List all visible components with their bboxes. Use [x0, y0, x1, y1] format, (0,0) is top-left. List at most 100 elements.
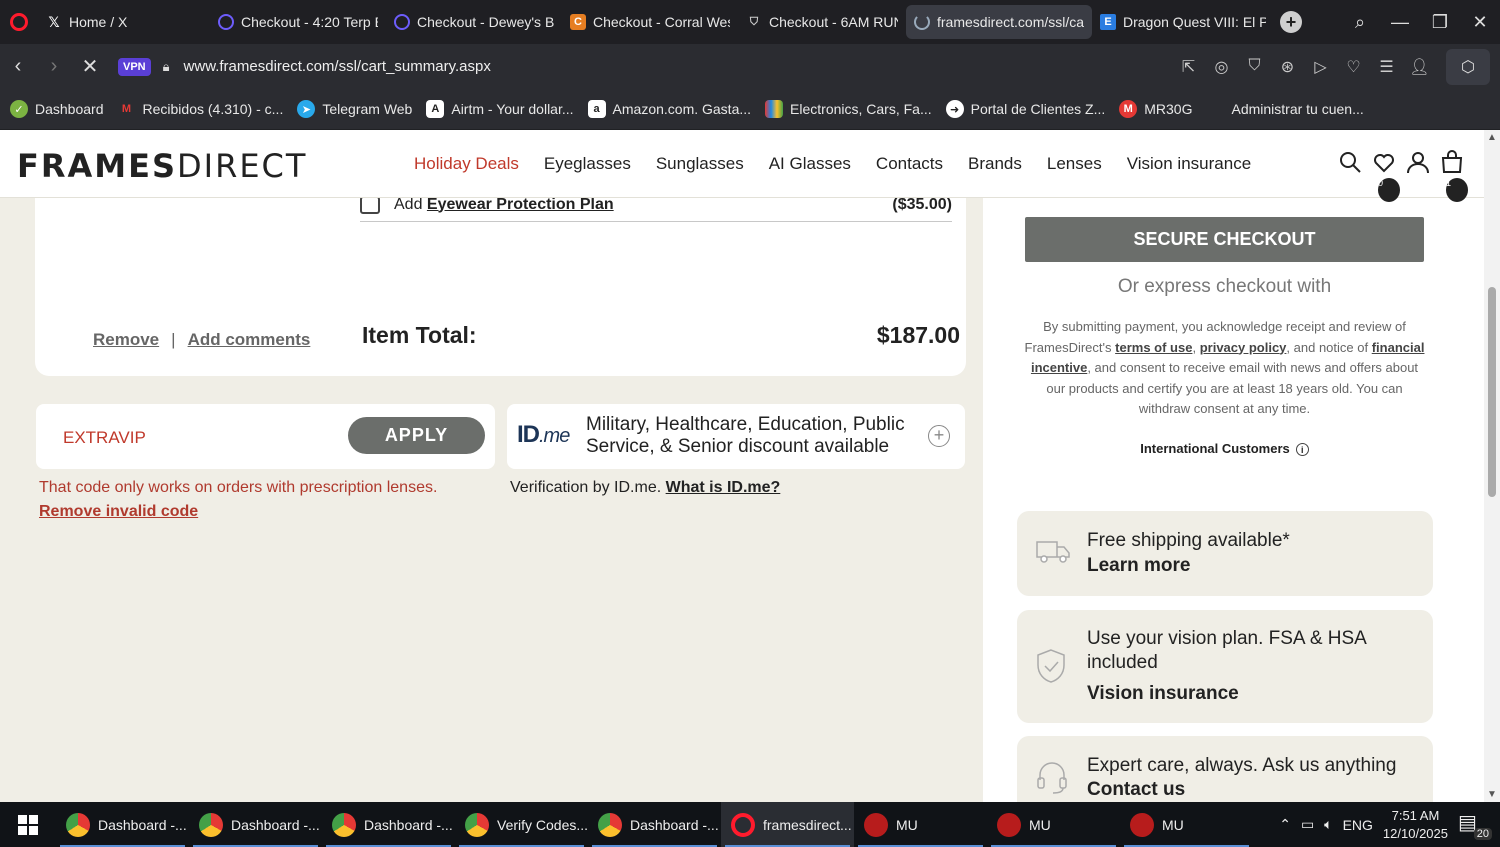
taskbar-chrome-dashboard[interactable]: Dashboard -...	[322, 802, 455, 847]
back-button[interactable]: ‹	[0, 55, 36, 78]
taskbar-mu[interactable]: MU	[854, 802, 987, 847]
tab-checkout-6am[interactable]: ⛉ Checkout - 6AM RUN	[738, 5, 906, 39]
tab-checkout-terp[interactable]: Checkout - 4:20 Terp Bo	[210, 5, 386, 39]
network-icon[interactable]: ▭	[1301, 816, 1314, 833]
adblock-icon[interactable]: ⛉	[1238, 57, 1271, 77]
mu-icon	[864, 812, 888, 837]
idme-discount-box[interactable]: ID.me Military, Healthcare, Education, P…	[507, 404, 965, 469]
item-total-value: $187.00	[876, 322, 960, 348]
bookmark-item[interactable]: ✓ Dashboard	[10, 100, 104, 118]
tab-checkout-corral[interactable]: C Checkout - Corral Weste	[562, 5, 738, 39]
taskbar-chrome-verify[interactable]: Verify Codes...	[455, 802, 588, 847]
nav-brands[interactable]: Brands	[968, 154, 1022, 174]
volume-icon[interactable]: 🔈︎	[1324, 816, 1332, 833]
taskbar-chrome-dashboard[interactable]: Dashboard -...	[588, 802, 721, 847]
url-field[interactable]: www.framesdirect.com/ssl/cart_summary.as…	[184, 58, 1172, 75]
free-shipping-card[interactable]: Free shipping available* Learn more	[1017, 511, 1433, 596]
promo-code-input[interactable]: EXTRAVIP	[63, 428, 146, 448]
nav-lenses[interactable]: Lenses	[1047, 154, 1102, 174]
language-indicator[interactable]: ENG	[1343, 817, 1373, 833]
minimize-button[interactable]: —	[1380, 12, 1420, 33]
nav-vision-insurance[interactable]: Vision insurance	[1127, 154, 1251, 174]
scrollbar-thumb[interactable]	[1488, 287, 1496, 497]
wishlist-heart-icon[interactable]: 0	[1372, 150, 1400, 202]
privacy-policy-link[interactable]: privacy policy	[1200, 340, 1287, 355]
dashboard-icon: ✓	[10, 100, 28, 118]
vision-plan-card[interactable]: Use your vision plan. FSA & HSA included…	[1017, 610, 1433, 723]
framesdirect-logo[interactable]: FRAMESDIRECT	[17, 147, 307, 185]
extensions-icon[interactable]: ⬡	[1446, 48, 1490, 85]
scroll-up-arrow[interactable]: ▲	[1487, 132, 1497, 143]
tab-home-x[interactable]: 𝕏 Home / X	[38, 5, 210, 39]
taskbar-chrome-dashboard[interactable]: Dashboard -...	[56, 802, 189, 847]
chevron-up-icon[interactable]: ⌃	[1279, 816, 1291, 833]
new-tab-button[interactable]: +	[1280, 11, 1302, 33]
page-scrollbar[interactable]: ▲ ▼	[1484, 130, 1500, 802]
protection-plan-price: ($35.00)	[892, 195, 952, 213]
bookmark-item[interactable]: ➜ Portal de Clientes Z...	[945, 100, 1105, 118]
remove-invalid-code-link[interactable]: Remove invalid code	[39, 503, 198, 521]
notification-center-icon[interactable]: ▤ 20	[1458, 810, 1492, 840]
taskbar-mu[interactable]: MU	[1120, 802, 1253, 847]
nav-contacts[interactable]: Contacts	[876, 154, 943, 174]
telegram-icon: ➤	[297, 100, 316, 118]
stop-loading-button[interactable]: ✕	[72, 54, 108, 79]
opera-logo-icon[interactable]	[0, 0, 38, 44]
profile-icon[interactable]: 👤︎	[1403, 57, 1436, 77]
bookmark-item[interactable]: M MR30G	[1119, 100, 1192, 118]
heart-icon[interactable]: ♡	[1337, 57, 1370, 77]
vpn-badge[interactable]: VPN	[118, 57, 151, 76]
account-icon[interactable]	[1406, 150, 1429, 174]
lock-icon[interactable]: 🔒︎	[163, 59, 170, 75]
player-icon[interactable]: ▷	[1304, 57, 1337, 77]
expert-care-card[interactable]: Expert care, always. Ask us anything Con…	[1017, 736, 1433, 802]
what-is-idme-link[interactable]: What is ID.me?	[666, 479, 781, 496]
tab-framesdirect[interactable]: framesdirect.com/ssl/cart	[906, 5, 1092, 39]
apply-button[interactable]: APPLY	[348, 417, 485, 454]
share-icon[interactable]: ⇱	[1172, 57, 1205, 77]
add-comments-link[interactable]: Add comments	[188, 330, 311, 350]
expand-plus-icon[interactable]: +	[928, 425, 950, 447]
scroll-down-arrow[interactable]: ▼	[1487, 789, 1497, 800]
bookmark-item[interactable]: ➤ Telegram Web	[297, 100, 412, 118]
bookmark-item[interactable]: A Airtm - Your dollar...	[426, 100, 574, 118]
nav-ai-glasses[interactable]: AI Glasses	[769, 154, 851, 174]
address-bar: ‹ › ✕ VPN 🔒︎ www.framesdirect.com/ssl/ca…	[0, 44, 1500, 89]
taskbar-mu[interactable]: MU	[987, 802, 1120, 847]
contact-us-link[interactable]: Contact us	[1087, 779, 1185, 801]
international-customers[interactable]: International Customers i	[1025, 441, 1424, 456]
vision-insurance-link[interactable]: Vision insurance	[1087, 683, 1239, 705]
info-icon[interactable]: i	[1295, 443, 1309, 456]
remove-link[interactable]: Remove	[93, 330, 159, 350]
bookmark-item[interactable]: Administrar tu cuen...	[1206, 100, 1363, 118]
translate-icon[interactable]: ⊛	[1271, 57, 1304, 77]
restore-button[interactable]: ❐	[1420, 12, 1460, 33]
bookmark-item[interactable]: a Amazon.com. Gasta...	[587, 100, 751, 118]
forward-button[interactable]: ›	[36, 55, 72, 78]
benefit-title: Expert care, always. Ask us anything	[1087, 755, 1397, 776]
menu-icon[interactable]: ☰	[1370, 57, 1403, 77]
taskbar-opera-framesdirect[interactable]: framesdirect...	[721, 802, 854, 847]
tab-checkout-deweys[interactable]: Checkout - Dewey's Bak	[386, 5, 562, 39]
idme-logo: ID.me	[517, 421, 570, 448]
terms-of-use-link[interactable]: terms of use	[1115, 340, 1192, 355]
secure-checkout-button[interactable]: SECURE CHECKOUT	[1025, 217, 1424, 262]
bookmark-item[interactable]: Electronics, Cars, Fa...	[765, 100, 932, 118]
close-window-button[interactable]: ✕	[1460, 12, 1500, 33]
taskbar-chrome-dashboard[interactable]: Dashboard -...	[189, 802, 322, 847]
tab-dragon-quest[interactable]: E Dragon Quest VIII: El Per	[1092, 5, 1274, 39]
windows-start-icon[interactable]	[0, 802, 56, 847]
camera-icon[interactable]: ◎	[1205, 57, 1238, 77]
nav-sunglasses[interactable]: Sunglasses	[656, 154, 744, 174]
learn-more-link[interactable]: Learn more	[1087, 555, 1190, 577]
protection-plan-checkbox[interactable]	[360, 195, 380, 214]
search-tabs-icon[interactable]: ⌕	[1340, 12, 1380, 33]
nav-holiday-deals[interactable]: Holiday Deals	[414, 154, 519, 174]
cart-bag-icon[interactable]: 1	[1440, 150, 1468, 202]
system-clock[interactable]: 7:51 AM 12/10/2025	[1383, 807, 1448, 843]
nav-eyeglasses[interactable]: Eyeglasses	[544, 154, 631, 174]
bookmark-item[interactable]: M Recibidos (4.310) - c...	[118, 100, 283, 118]
protection-plan-link[interactable]: Eyewear Protection Plan	[427, 196, 614, 213]
search-icon[interactable]	[1338, 150, 1361, 174]
checkout-icon: C	[570, 14, 586, 30]
